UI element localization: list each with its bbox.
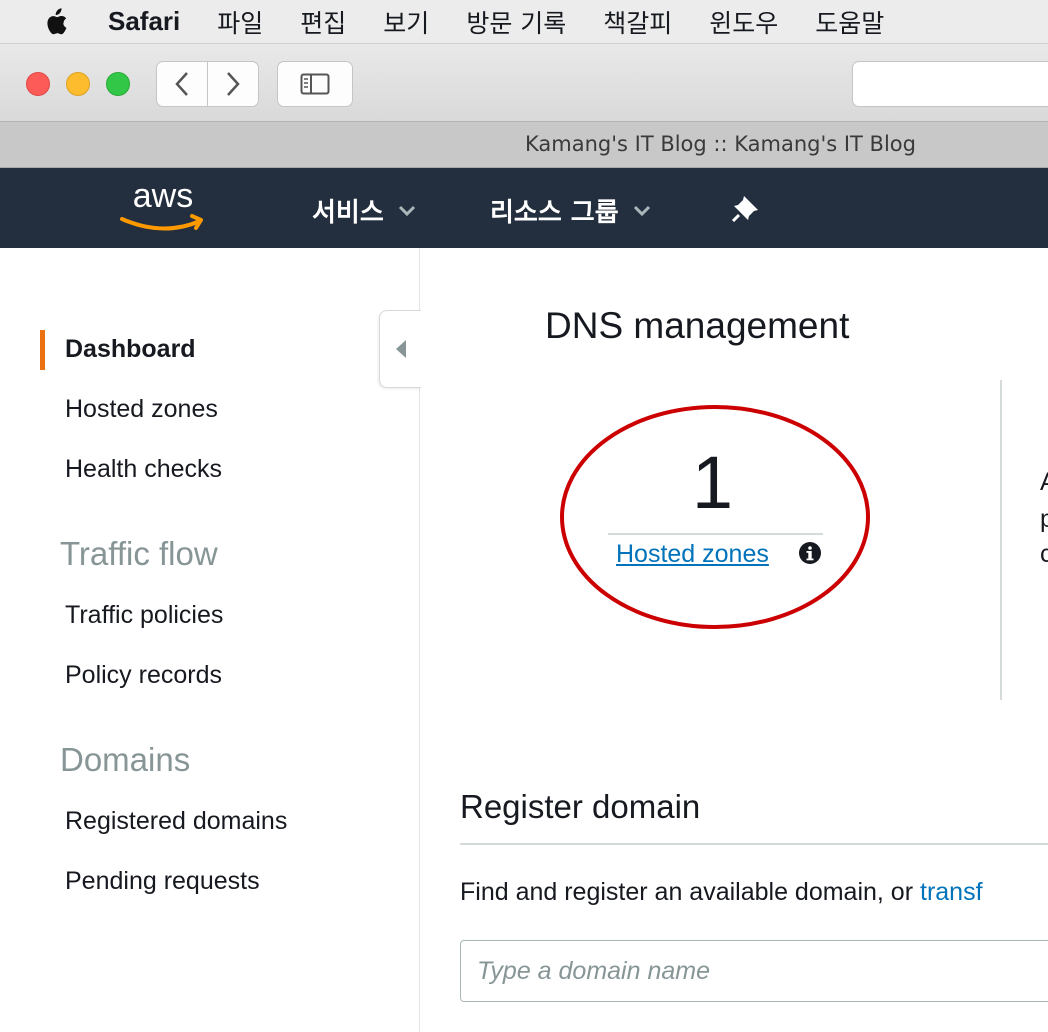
sidebar-item-traffic-policies[interactable]: Traffic policies	[65, 601, 223, 630]
chevron-left-icon	[175, 72, 188, 96]
zoom-window-button[interactable]	[106, 72, 130, 96]
page-title: DNS management	[545, 305, 850, 346]
active-indicator	[40, 330, 45, 370]
section-divider	[460, 843, 1048, 845]
sidebar-item-dashboard[interactable]: Dashboard	[65, 335, 196, 364]
menu-history[interactable]: 방문 기록	[466, 4, 566, 40]
register-domain-description: Find and register an available domain, o…	[460, 878, 983, 907]
chevron-down-icon	[633, 205, 650, 216]
sidebar-heading-domains: Domains	[60, 741, 191, 778]
menu-file[interactable]: 파일	[217, 4, 263, 40]
services-label: 서비스	[312, 198, 384, 228]
sidebar-item-health-checks[interactable]: Health checks	[65, 455, 222, 484]
domain-name-input[interactable]	[460, 940, 1048, 1002]
sidebar-item-policy-records[interactable]: Policy records	[65, 661, 222, 690]
address-bar[interactable]	[852, 61, 1048, 107]
aws-logo-text: aws	[133, 177, 193, 215]
clipped-text-line: A	[1040, 468, 1048, 497]
sidebar-item-registered-domains[interactable]: Registered domains	[65, 807, 287, 836]
tab-title[interactable]: Kamang's IT Blog :: Kamang's IT Blog	[525, 132, 916, 156]
sidebar-heading-traffic-flow: Traffic flow	[60, 535, 218, 572]
chevron-down-icon	[398, 205, 415, 216]
services-menu[interactable]: 서비스	[312, 192, 416, 229]
menu-window[interactable]: 윈도우	[709, 4, 778, 40]
collapse-sidebar-button[interactable]	[379, 310, 421, 388]
menu-bookmarks[interactable]: 책갈피	[603, 4, 672, 40]
sidebar-item-pending-requests[interactable]: Pending requests	[65, 867, 260, 896]
chevron-right-icon	[227, 72, 240, 96]
transfer-domain-link[interactable]: transf	[920, 878, 983, 906]
menu-bar: Safari 파일 편집 보기 방문 기록 책갈피 윈도우 도움말	[0, 0, 1048, 44]
pin-icon[interactable]	[732, 194, 760, 222]
resource-groups-label: 리소스 그룹	[490, 198, 619, 228]
sidebar	[0, 248, 420, 1032]
register-domain-title: Register domain	[460, 788, 701, 825]
clipped-text-line: c	[1040, 540, 1048, 568]
menu-app-name[interactable]: Safari	[108, 6, 180, 37]
divider	[1000, 380, 1002, 700]
highlight-annotation-circle	[560, 405, 870, 629]
clipped-text-line: p	[1040, 505, 1048, 533]
apple-icon[interactable]	[40, 7, 70, 37]
sidebar-item-hosted-zones[interactable]: Hosted zones	[65, 395, 218, 424]
menu-help[interactable]: 도움말	[815, 4, 884, 40]
menu-view[interactable]: 보기	[383, 4, 429, 40]
menu-edit[interactable]: 편집	[300, 4, 346, 40]
caret-left-icon	[395, 340, 406, 358]
sidebar-toggle-button[interactable]	[277, 61, 353, 107]
minimize-window-button[interactable]	[66, 72, 90, 96]
back-button[interactable]	[156, 61, 208, 107]
close-window-button[interactable]	[26, 72, 50, 96]
aws-logo[interactable]: aws	[118, 175, 208, 237]
sidebar-icon	[300, 73, 330, 95]
forward-button[interactable]	[207, 61, 259, 107]
register-description-text: Find and register an available domain, o…	[460, 878, 920, 906]
resource-groups-menu[interactable]: 리소스 그룹	[490, 192, 651, 229]
